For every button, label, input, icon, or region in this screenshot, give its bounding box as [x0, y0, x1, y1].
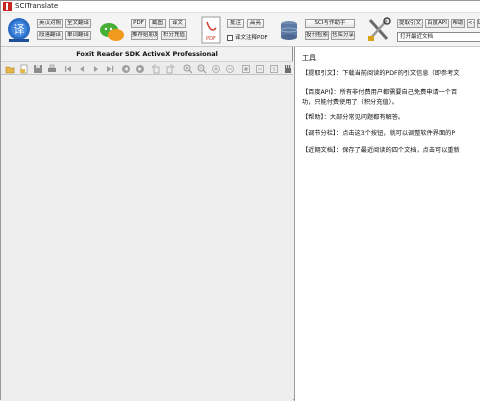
full-translate-button[interactable]: 全文翻译	[65, 19, 91, 28]
hand-tool-icon[interactable]	[283, 64, 293, 74]
svg-text:PDF: PDF	[206, 36, 216, 42]
next-page-icon[interactable]	[91, 64, 101, 74]
extract-citation-button[interactable]: 提取引文	[397, 19, 423, 28]
help-line: 【近期文档】：保存了最近阅读的四个文档，点击可以重新	[302, 147, 460, 154]
zoom-out-icon[interactable]	[197, 64, 207, 74]
viewer-toolbar	[1, 61, 293, 75]
zoom-in-icon[interactable]	[183, 64, 193, 74]
zoom-minus-icon[interactable]	[225, 64, 235, 74]
collapse-left-button[interactable]: <<	[467, 19, 475, 28]
journal-search-button[interactable]: 投刊检索	[305, 31, 329, 40]
fit-width-icon[interactable]	[255, 64, 265, 74]
points-recharge-button[interactable]: 积分充值	[161, 31, 187, 40]
previous-page-icon[interactable]	[77, 64, 87, 74]
screenshot-button[interactable]: 截图	[149, 19, 166, 28]
save-icon[interactable]	[33, 64, 43, 74]
annotate-pdf-checkbox[interactable]	[227, 35, 233, 41]
recommend-friend-button[interactable]: 推荐给朋友	[131, 31, 158, 40]
word-translate-button[interactable]: 单词翻译	[65, 31, 91, 40]
repo-share-button[interactable]: 仓库分享	[331, 31, 355, 40]
translation-button[interactable]: 译文	[169, 19, 186, 28]
help-line: 【提取引文】：下载当前阅读的PDF的引文信息（即参考文	[302, 70, 460, 77]
help-line: 【帮助】：大部分常见问题都有解答。	[302, 114, 405, 121]
window-title: SCITranslate	[15, 2, 59, 10]
excerpt-translate-button[interactable]: 段落翻译	[37, 31, 63, 40]
title-bar: SCITranslate	[1, 1, 480, 13]
help-line: 【调节分栏】：点击这3个按钮，就可以调整软件界面的P	[302, 130, 456, 137]
en-compare-button[interactable]: 英汉对照	[37, 19, 63, 28]
database-icon[interactable]	[279, 19, 299, 43]
app-window: SCITranslate 译 英汉对照 全文翻译 段落翻译 单词翻译 PDF 截…	[0, 0, 480, 401]
open-folder-icon[interactable]	[5, 64, 15, 74]
recent-documents-input[interactable]: 打开最近文档	[397, 32, 480, 42]
last-page-icon[interactable]	[105, 64, 115, 74]
tools-icon[interactable]	[367, 17, 391, 43]
document-view-area[interactable]	[1, 75, 293, 401]
highlight-button[interactable]: 高亮	[247, 19, 264, 28]
forward-icon[interactable]	[135, 64, 145, 74]
help-panel: 工具 【提取引文】：下载当前阅读的PDF的引文信息（即参考文 【百度API】：所…	[294, 47, 480, 401]
rotate-left-icon[interactable]	[151, 64, 161, 74]
sci-assistant-button[interactable]: SCI写作助手	[305, 19, 355, 28]
actual-size-icon[interactable]	[269, 64, 279, 74]
baidu-api-button[interactable]: 百度API	[425, 19, 449, 28]
pdf-button[interactable]: PDF	[131, 19, 146, 28]
print-icon[interactable]	[47, 64, 57, 74]
svg-text:译: 译	[14, 23, 25, 36]
pdf-viewer-pane: Foxit Reader SDK ActiveX Professional	[1, 47, 293, 401]
zoom-plus-icon[interactable]	[211, 64, 221, 74]
pdf-document-icon[interactable]: PDF	[201, 16, 221, 44]
translate-logo-icon[interactable]: 译	[7, 17, 31, 43]
annotate-pdf-checkbox-label: 译文注释PDF	[235, 35, 268, 41]
help-line: 功，只能付费使用了（积分充值）。	[302, 99, 398, 106]
help-line: 【百度API】：所有非付费用户都需要自己免费申请一个百	[302, 89, 458, 96]
viewer-title: Foxit Reader SDK ActiveX Professional	[76, 50, 218, 58]
app-logo-icon	[3, 2, 12, 11]
help-button[interactable]: 帮助	[451, 19, 465, 28]
help-heading: 工具	[302, 54, 316, 62]
annotate-button[interactable]: 批注	[227, 19, 244, 28]
first-page-icon[interactable]	[63, 64, 73, 74]
back-icon[interactable]	[121, 64, 131, 74]
rotate-right-icon[interactable]	[165, 64, 175, 74]
wechat-icon[interactable]	[99, 21, 125, 43]
fit-page-icon[interactable]	[241, 64, 251, 74]
open-file-icon[interactable]	[19, 64, 29, 74]
